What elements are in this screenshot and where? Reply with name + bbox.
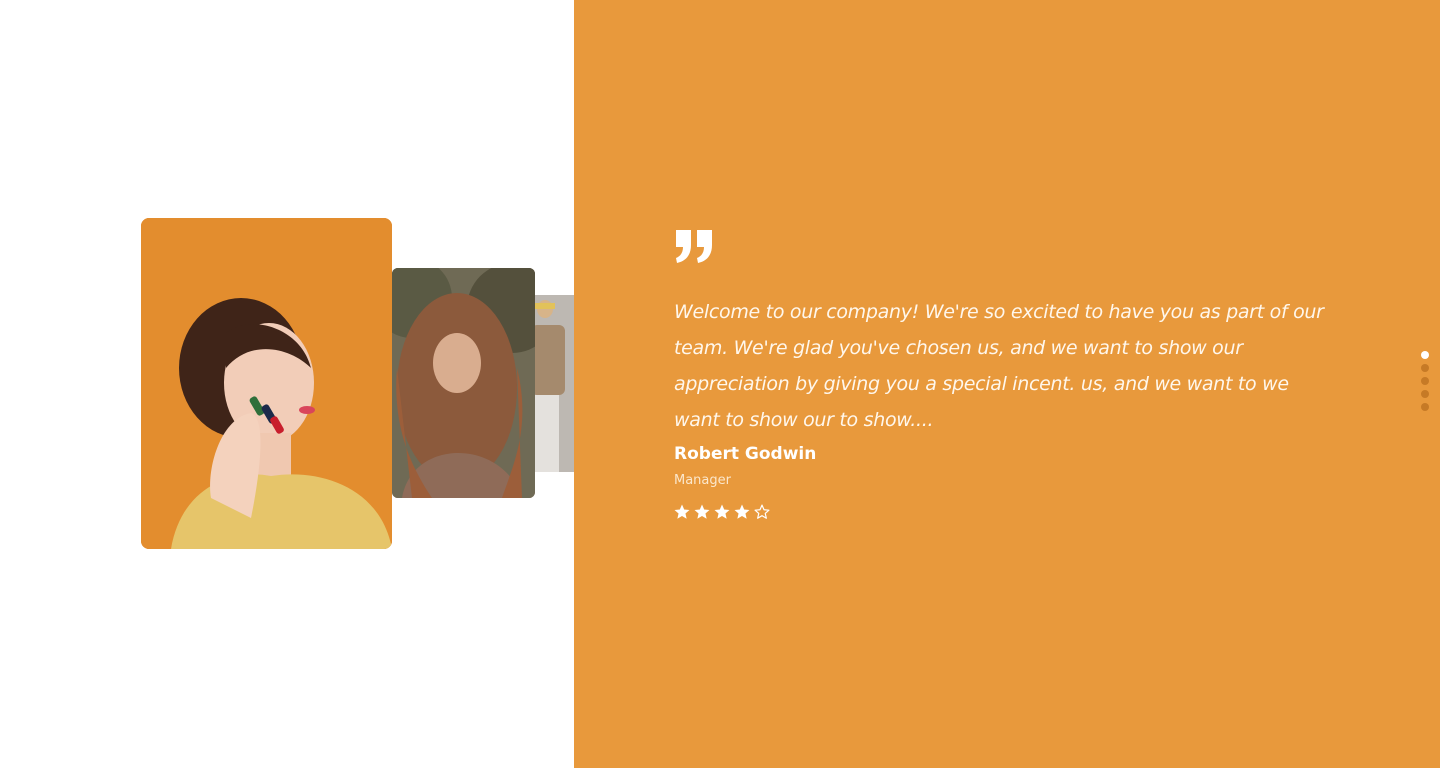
- star-outline-icon: [754, 504, 770, 519]
- testimonial-photo-3[interactable]: [535, 295, 574, 472]
- testimonial-photo-active[interactable]: [141, 218, 392, 549]
- pagination-dot-2[interactable]: [1421, 364, 1429, 372]
- quote-icon: [676, 230, 712, 263]
- pagination-dot-1[interactable]: [1421, 351, 1429, 359]
- star-filled-icon: [734, 504, 750, 519]
- author-role: Manager: [674, 473, 731, 488]
- star-rating: [673, 503, 771, 521]
- star-filled-icon: [694, 504, 710, 519]
- pagination-dot-3[interactable]: [1421, 377, 1429, 385]
- pagination-dot-5[interactable]: [1421, 403, 1429, 411]
- testimonial-quote: Welcome to our company! We're so excited…: [674, 301, 1324, 431]
- star-filled-icon: [674, 504, 690, 519]
- testimonial-section: Welcome to our company! We're so excited…: [0, 0, 1440, 768]
- star-filled-icon: [714, 504, 730, 519]
- testimonial-photo-2[interactable]: [392, 268, 535, 498]
- pagination-dot-4[interactable]: [1421, 390, 1429, 398]
- photo-carousel: [0, 0, 574, 768]
- carousel-pagination: [1421, 351, 1431, 411]
- author-name: Robert Godwin: [674, 444, 817, 464]
